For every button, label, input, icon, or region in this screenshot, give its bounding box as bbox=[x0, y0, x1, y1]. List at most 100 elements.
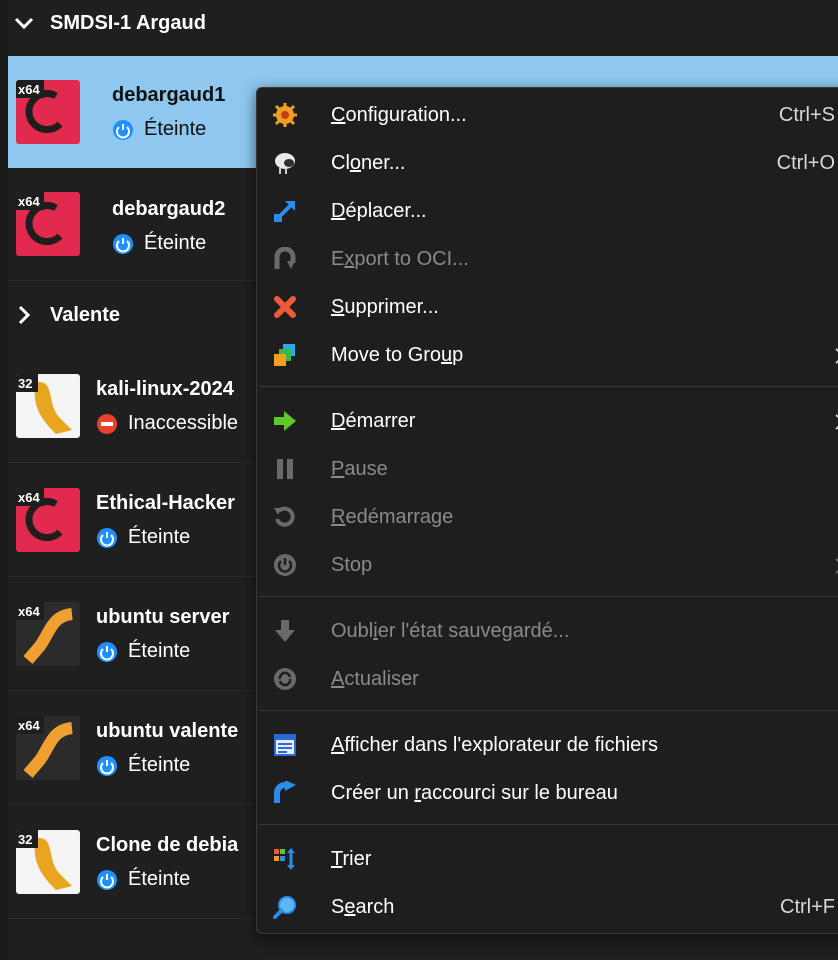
debian-icon: x64 bbox=[16, 488, 80, 552]
arch-label: 32 bbox=[18, 832, 32, 847]
arch-label: x64 bbox=[18, 82, 40, 97]
menu-label: Export to OCI... bbox=[331, 248, 469, 270]
menu-item-trier[interactable]: Trier bbox=[257, 836, 838, 882]
menu-item-export-oci: Export to OCI... bbox=[257, 236, 838, 282]
menu-separator bbox=[259, 710, 838, 711]
vm-status: Éteinte bbox=[112, 232, 206, 255]
menu-item-demarrer[interactable]: Démarrer bbox=[257, 398, 838, 444]
power-icon bbox=[113, 119, 133, 140]
menu-shortcut: Ctrl+S bbox=[778, 104, 835, 126]
context-menu: Configuration... Ctrl+S Cloner... Ctrl+O… bbox=[256, 87, 838, 934]
menu-label: Oublier l'état sauvegardé... bbox=[331, 620, 570, 642]
menu-item-stop: Stop bbox=[257, 542, 838, 588]
menu-label: Afficher dans l'explorateur de fichiers bbox=[331, 734, 658, 756]
ubuntu-icon: x64 bbox=[16, 716, 80, 780]
vm-status: Éteinte bbox=[96, 754, 190, 777]
power-icon bbox=[97, 869, 117, 890]
menu-label: Démarrer bbox=[331, 410, 416, 432]
arch-label: x64 bbox=[18, 194, 40, 209]
start-arrow-icon bbox=[274, 411, 296, 431]
generic-linux-icon: 32 bbox=[16, 830, 80, 894]
search-icon bbox=[273, 896, 296, 919]
move-icon bbox=[274, 201, 295, 222]
submenu-chevron-icon bbox=[835, 414, 838, 430]
vm-status: Éteinte bbox=[112, 118, 206, 141]
vm-status: Éteinte bbox=[96, 640, 190, 663]
generic-linux-icon: 32 bbox=[16, 374, 80, 438]
menu-item-pause: Pause bbox=[257, 446, 838, 492]
ubuntu-icon: x64 bbox=[16, 602, 80, 666]
menu-label: Move to Group bbox=[331, 344, 464, 366]
clone-sheep-icon bbox=[275, 153, 295, 174]
menu-item-afficher-explorateur[interactable]: Afficher dans l'explorateur de fichiers bbox=[257, 722, 838, 768]
submenu-chevron-icon bbox=[835, 348, 838, 364]
menu-separator bbox=[259, 824, 838, 825]
vm-name: debargaud2 bbox=[112, 198, 226, 220]
power-icon bbox=[97, 641, 117, 662]
menu-shortcut: Ctrl+O bbox=[776, 152, 835, 174]
menu-label: Redémarrage bbox=[331, 506, 454, 528]
menu-label: Search bbox=[331, 896, 395, 918]
vm-name: ubuntu server bbox=[96, 606, 230, 628]
menu-separator bbox=[259, 596, 838, 597]
vm-status-text: Inaccessible bbox=[128, 412, 239, 434]
vm-name: ubuntu valente bbox=[96, 720, 239, 742]
vm-status-text: Éteinte bbox=[128, 640, 191, 662]
menu-item-creer-raccourci[interactable]: Créer un raccourci sur le bureau bbox=[257, 770, 838, 816]
menu-label: Actualiser bbox=[331, 668, 419, 690]
menu-item-search[interactable]: Search Ctrl+F bbox=[257, 884, 838, 930]
menu-separator bbox=[259, 386, 838, 387]
vm-status-text: Éteinte bbox=[144, 118, 207, 140]
power-icon bbox=[97, 755, 117, 776]
menu-item-cloner[interactable]: Cloner... Ctrl+O bbox=[257, 140, 838, 186]
refresh-icon bbox=[274, 668, 296, 690]
menu-label: Pause bbox=[331, 458, 388, 480]
vm-name: Clone de debia bbox=[96, 834, 239, 856]
sort-icon bbox=[274, 848, 295, 870]
error-icon bbox=[97, 413, 117, 434]
menu-label: Stop bbox=[331, 554, 373, 576]
menu-item-move-to-group[interactable]: Move to Group bbox=[257, 332, 838, 378]
arch-label: x64 bbox=[18, 718, 40, 733]
menu-shortcut: Ctrl+F bbox=[780, 896, 835, 918]
arch-label: x64 bbox=[18, 604, 40, 619]
vm-status: Éteinte bbox=[96, 868, 190, 891]
menu-item-deplacer[interactable]: Déplacer... bbox=[257, 188, 838, 234]
power-icon bbox=[97, 527, 117, 548]
group-label: SMDSI-1 Argaud bbox=[50, 11, 206, 34]
arch-label: 32 bbox=[18, 376, 32, 391]
menu-label: Configuration... bbox=[331, 104, 467, 126]
menu-item-supprimer[interactable]: Supprimer... bbox=[257, 284, 838, 330]
restart-icon bbox=[274, 506, 295, 527]
vm-name: debargaud1 bbox=[112, 84, 226, 106]
vm-name: Ethical-Hacker bbox=[96, 492, 235, 514]
vm-status-text: Éteinte bbox=[128, 526, 191, 548]
menu-label: Cloner... bbox=[331, 152, 406, 174]
gear-icon bbox=[273, 103, 297, 127]
debian-icon: x64 bbox=[16, 80, 80, 144]
debian-icon: x64 bbox=[16, 192, 80, 256]
menu-label: Supprimer... bbox=[331, 296, 439, 318]
group-icon bbox=[274, 344, 295, 366]
discard-arrow-icon bbox=[275, 620, 295, 642]
group-header-smdsi[interactable]: SMDSI-1 Argaud bbox=[8, 0, 838, 46]
arch-label: x64 bbox=[18, 490, 40, 505]
power-off-icon bbox=[274, 554, 296, 576]
delete-x-icon bbox=[274, 296, 296, 318]
pause-icon bbox=[277, 459, 293, 479]
shortcut-arrow-icon bbox=[274, 781, 296, 803]
vm-status-text: Éteinte bbox=[128, 754, 191, 776]
vm-status-text: Éteinte bbox=[144, 232, 207, 254]
menu-label: Trier bbox=[331, 848, 372, 870]
menu-item-actualiser: Actualiser bbox=[257, 656, 838, 702]
submenu-chevron-icon bbox=[835, 558, 838, 574]
vm-status-text: Éteinte bbox=[128, 868, 191, 890]
menu-item-redemarrage: Redémarrage bbox=[257, 494, 838, 540]
menu-label: Déplacer... bbox=[331, 200, 427, 222]
chevron-down-icon bbox=[14, 17, 34, 30]
menu-item-configuration[interactable]: Configuration... Ctrl+S bbox=[257, 92, 838, 138]
menu-item-oublier-etat: Oublier l'état sauvegardé... bbox=[257, 608, 838, 654]
vm-name: kali-linux-2024 bbox=[96, 378, 234, 400]
vm-status: Inaccessible bbox=[96, 412, 238, 435]
power-icon bbox=[113, 233, 133, 254]
